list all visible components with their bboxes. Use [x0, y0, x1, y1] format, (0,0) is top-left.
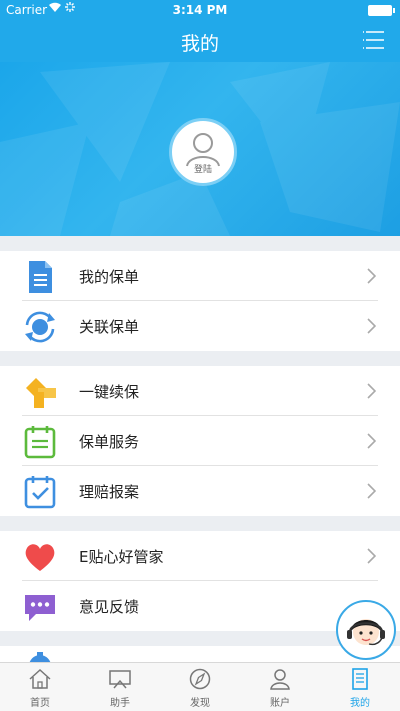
page-title: 我的 [180, 33, 219, 55]
renew-icon [22, 374, 58, 410]
compass-icon [189, 668, 211, 690]
menu-icon[interactable] [362, 28, 386, 52]
sync-icon [22, 309, 58, 345]
chevron-right-icon [367, 483, 376, 499]
tab-assistant[interactable]: 助手 [80, 663, 160, 711]
menu-item-my-policy[interactable]: 我的保单 [0, 251, 400, 301]
chevron-right-icon [367, 318, 376, 334]
menu-item-renew[interactable]: 一键续保 [0, 366, 400, 416]
menu-item-label: 意见反馈 [79, 598, 140, 616]
menu-item-link-policy[interactable]: 关联保单 [0, 301, 400, 351]
chevron-right-icon [367, 433, 376, 449]
nav-bar: 我的 [0, 20, 400, 62]
user-icon [270, 669, 290, 690]
status-bar: Carrier 3:14 PM [0, 0, 400, 20]
tab-home[interactable]: 首页 [0, 663, 80, 711]
login-label[interactable]: 登陆 [169, 162, 237, 175]
tab-label: 首页 [30, 698, 50, 709]
customer-service-button[interactable] [336, 600, 396, 660]
menu-group-policies: 我的保单 关联保单 [0, 251, 400, 351]
top-bar: Carrier 3:14 PM 我的 [0, 0, 400, 62]
document-icon [22, 259, 58, 295]
tab-mine[interactable]: 我的 [320, 663, 400, 711]
menu-item-label: 理赔报案 [79, 483, 140, 501]
tab-discover[interactable]: 发现 [160, 663, 240, 711]
chat-icon [22, 589, 58, 625]
menu-item-label: 一键续保 [79, 383, 140, 401]
tab-label: 发现 [190, 698, 210, 709]
menu-item-label: E贴心好管家 [79, 548, 164, 566]
menu-item-butler[interactable]: E贴心好管家 [0, 531, 400, 581]
menu-item-policy-service[interactable]: 保单服务 [0, 416, 400, 466]
document-icon [352, 668, 368, 690]
heart-icon [22, 539, 58, 575]
home-icon [29, 668, 51, 689]
clipboard-icon [22, 424, 58, 460]
assistant-icon [109, 670, 131, 689]
gear-icon[interactable] [26, 652, 54, 662]
battery-icon [368, 5, 395, 16]
chevron-right-icon [367, 548, 376, 564]
menu-item-label: 我的保单 [79, 268, 140, 286]
menu-item-claims[interactable]: 理赔报案 [0, 466, 400, 516]
avatar[interactable] [169, 118, 237, 186]
tab-bar: 首页 助手 发现 账户 我的 [0, 662, 400, 711]
chevron-right-icon [367, 268, 376, 284]
chevron-right-icon [367, 383, 376, 399]
tab-account[interactable]: 账户 [240, 663, 320, 711]
calendar-check-icon [22, 474, 58, 510]
agent-avatar-icon [347, 619, 385, 646]
menu-group-services: 一键续保 保单服务 理赔报案 [0, 366, 400, 516]
tab-label: 我的 [350, 698, 370, 709]
status-time: 3:14 PM [172, 3, 228, 17]
menu-item-label: 保单服务 [79, 433, 140, 451]
tab-label: 账户 [270, 698, 290, 709]
tab-label: 助手 [110, 698, 130, 709]
menu-item-label: 关联保单 [79, 318, 140, 336]
